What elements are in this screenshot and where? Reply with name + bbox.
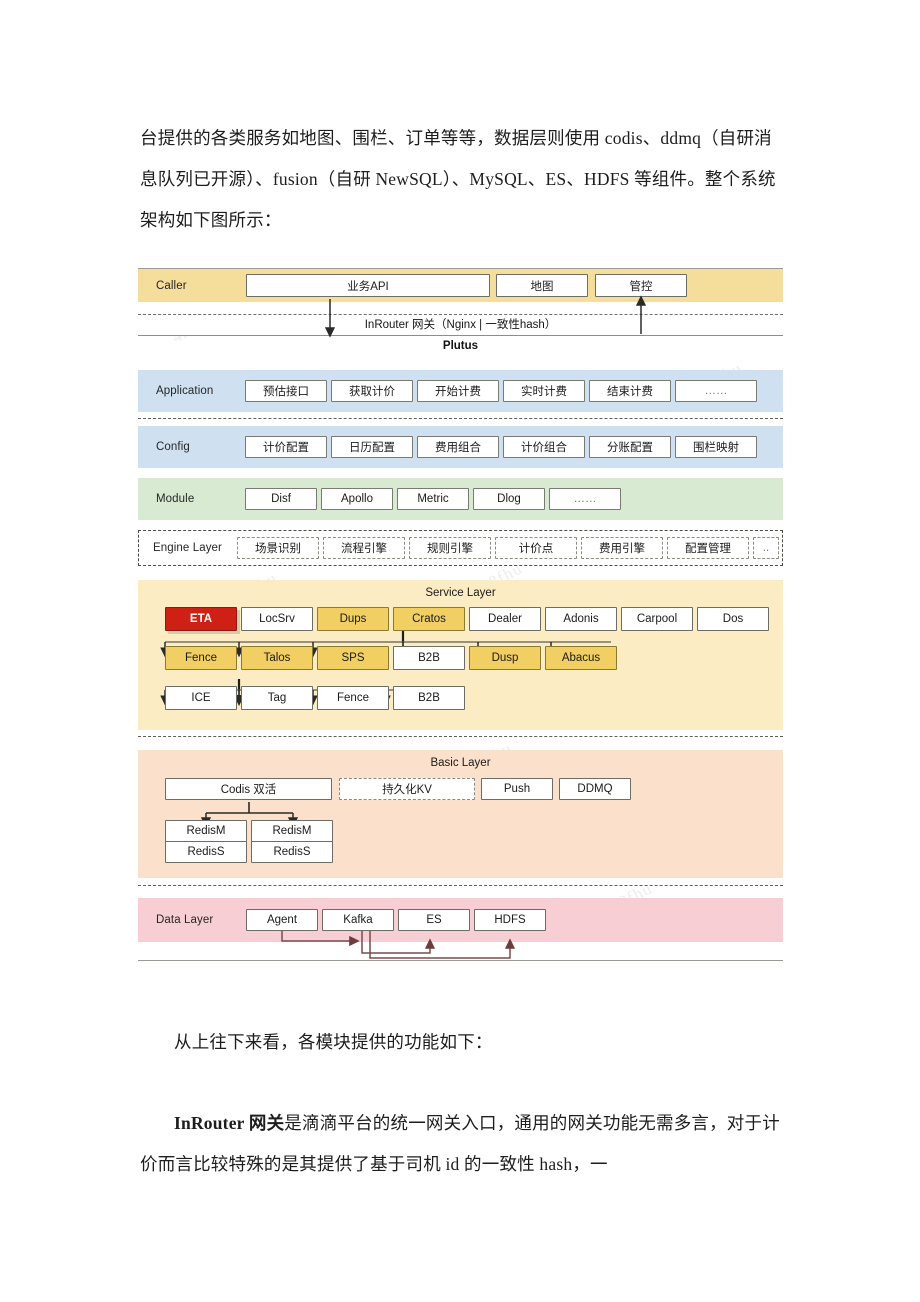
service-row-3: ICE Tag Fence B2B bbox=[138, 686, 783, 710]
paragraph-bottom-term: InRouter 网关 bbox=[174, 1113, 285, 1133]
node-fence-l3[interactable]: Fence bbox=[317, 686, 389, 710]
application-band-label: Application bbox=[156, 385, 214, 397]
node-module-more[interactable]: …… bbox=[549, 488, 621, 510]
node-abacus[interactable]: Abacus bbox=[545, 646, 617, 670]
module-band: Module Disf Apollo Metric Dlog …… bbox=[138, 478, 783, 520]
node-tag[interactable]: Tag bbox=[241, 686, 313, 710]
node-hdfs[interactable]: HDFS bbox=[474, 909, 546, 931]
node-ddmq[interactable]: DDMQ bbox=[559, 778, 631, 800]
node-business-api[interactable]: 业务API bbox=[246, 274, 490, 297]
node-fence-l2[interactable]: Fence bbox=[165, 646, 237, 670]
paragraph-bottom: InRouter 网关是滴滴平台的统一网关入口，通用的网关功能无需多言，对于计价… bbox=[140, 1103, 785, 1185]
node-persistent-kv[interactable]: 持久化KV bbox=[339, 778, 475, 800]
node-fence-mapping[interactable]: 围栏映射 bbox=[675, 436, 757, 458]
node-metric[interactable]: Metric bbox=[397, 488, 469, 510]
node-es[interactable]: ES bbox=[398, 909, 470, 931]
node-pricing-combination[interactable]: 计价组合 bbox=[503, 436, 585, 458]
node-cratos[interactable]: Cratos bbox=[393, 607, 465, 631]
node-map[interactable]: 地图 bbox=[496, 274, 588, 297]
node-process-engine[interactable]: 流程引擎 bbox=[323, 537, 405, 559]
config-band-label: Config bbox=[156, 441, 190, 453]
node-rule-engine[interactable]: 规则引擎 bbox=[409, 537, 491, 559]
node-apollo[interactable]: Apollo bbox=[321, 488, 393, 510]
node-fee-combination[interactable]: 费用组合 bbox=[417, 436, 499, 458]
node-redis-slave-left[interactable]: RedisS bbox=[165, 841, 247, 863]
service-basic-divider bbox=[138, 736, 783, 737]
basic-layer-title: Basic Layer bbox=[430, 757, 491, 769]
node-kafka[interactable]: Kafka bbox=[322, 909, 394, 931]
data-layer-band: Data Layer Agent Kafka ES HDFS bbox=[138, 898, 783, 942]
node-codis-dual-active[interactable]: Codis 双活 bbox=[165, 778, 332, 800]
node-estimate-api[interactable]: 预估接口 bbox=[245, 380, 327, 402]
node-split-config[interactable]: 分账配置 bbox=[589, 436, 671, 458]
node-dlog[interactable]: Dlog bbox=[473, 488, 545, 510]
node-agent[interactable]: Agent bbox=[246, 909, 318, 931]
node-start-billing[interactable]: 开始计费 bbox=[417, 380, 499, 402]
data-layer-label: Data Layer bbox=[156, 914, 214, 926]
node-disf[interactable]: Disf bbox=[245, 488, 317, 510]
node-fee-engine[interactable]: 费用引擎 bbox=[581, 537, 663, 559]
node-redis-slave-right[interactable]: RedisS bbox=[251, 841, 333, 863]
node-dealer[interactable]: Dealer bbox=[469, 607, 541, 631]
node-eta[interactable]: ETA bbox=[165, 607, 237, 631]
gateway-label: InRouter 网关（Nginx | 一致性hash） bbox=[364, 319, 557, 331]
basic-data-divider bbox=[138, 885, 783, 886]
node-dups[interactable]: Dups bbox=[317, 607, 389, 631]
module-band-label: Module bbox=[156, 493, 195, 505]
node-get-pricing[interactable]: 获取计价 bbox=[331, 380, 413, 402]
node-application-more[interactable]: …… bbox=[675, 380, 757, 402]
gateway-strip: InRouter 网关（Nginx | 一致性hash） bbox=[138, 302, 783, 336]
node-ice[interactable]: ICE bbox=[165, 686, 237, 710]
application-band: Application 预估接口 获取计价 开始计费 实时计费 结束计费 …… bbox=[138, 370, 783, 412]
node-end-billing[interactable]: 结束计费 bbox=[589, 380, 671, 402]
application-config-divider bbox=[138, 418, 783, 419]
service-row-1: ETA LocSrv Dups Cratos Dealer Adonis Car… bbox=[138, 607, 783, 631]
node-scene-recognition[interactable]: 场景识别 bbox=[237, 537, 319, 559]
engine-layer-label: Engine Layer bbox=[153, 542, 222, 554]
node-pricing-config[interactable]: 计价配置 bbox=[245, 436, 327, 458]
node-carpool[interactable]: Carpool bbox=[621, 607, 693, 631]
node-locsrv[interactable]: LocSrv bbox=[241, 607, 313, 631]
engine-layer-band: Engine Layer 场景识别 流程引擎 规则引擎 计价点 费用引擎 配置管… bbox=[138, 530, 783, 566]
node-talos[interactable]: Talos bbox=[241, 646, 313, 670]
node-redis-master-left[interactable]: RedisM bbox=[165, 820, 247, 842]
node-realtime-billing[interactable]: 实时计费 bbox=[503, 380, 585, 402]
node-b2b-l3[interactable]: B2B bbox=[393, 686, 465, 710]
service-layer-title: Service Layer bbox=[425, 587, 496, 599]
system-name-plutus: Plutus bbox=[442, 340, 479, 352]
service-layer-band: Service Layer ETA LocSrv Dups Cratos Dea… bbox=[138, 580, 783, 730]
service-row-2: Fence Talos SPS B2B Dusp Abacus bbox=[138, 646, 783, 670]
gateway-dashed-divider bbox=[138, 314, 783, 315]
node-redis-master-right[interactable]: RedisM bbox=[251, 820, 333, 842]
paragraph-top: 台提供的各类服务如地图、围栏、订单等等，数据层则使用 codis、ddmq（自研… bbox=[140, 128, 776, 230]
node-b2b-l2[interactable]: B2B bbox=[393, 646, 465, 670]
caller-node-row: 业务API 地图 管控 bbox=[138, 268, 783, 302]
node-pricing-point[interactable]: 计价点 bbox=[495, 537, 577, 559]
node-config-management[interactable]: 配置管理 bbox=[667, 537, 749, 559]
node-engine-more[interactable]: .. bbox=[753, 537, 779, 559]
node-dos[interactable]: Dos bbox=[697, 607, 769, 631]
figure-bottom-rule bbox=[138, 960, 783, 961]
basic-layer-band: Basic Layer Codis 双活 持久化KV Push DDMQ Red… bbox=[138, 750, 783, 878]
node-push[interactable]: Push bbox=[481, 778, 553, 800]
config-band: Config 计价配置 日历配置 费用组合 计价组合 分账配置 围栏映射 bbox=[138, 426, 783, 468]
paragraph-middle: 从上往下来看，各模块提供的功能如下： bbox=[174, 1032, 493, 1052]
node-calendar-config[interactable]: 日历配置 bbox=[331, 436, 413, 458]
node-dusp[interactable]: Dusp bbox=[469, 646, 541, 670]
node-adonis[interactable]: Adonis bbox=[545, 607, 617, 631]
architecture-diagram: 4h4ohj8fhu 4h4ohj8fhu 4h4ohj8fhu 4h4ohj8… bbox=[138, 268, 783, 968]
node-control[interactable]: 管控 bbox=[595, 274, 687, 297]
node-sps[interactable]: SPS bbox=[317, 646, 389, 670]
